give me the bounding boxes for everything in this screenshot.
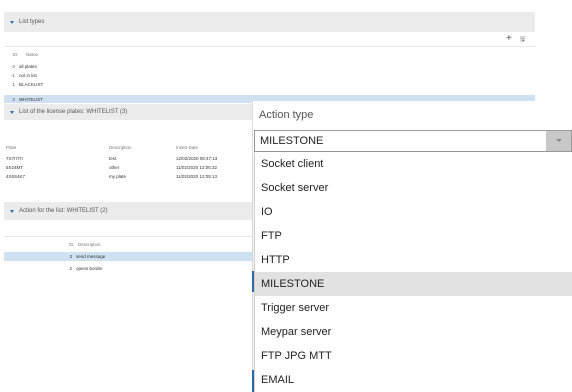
list-type-row[interactable]: 1 BLACKLIST <box>4 80 535 88</box>
caret-down-icon <box>10 20 14 24</box>
action-row[interactable]: 2 opens border <box>4 264 252 273</box>
row-id: 3 <box>69 254 72 259</box>
column-header-id: ID <box>13 52 18 57</box>
action-type-label: Action type <box>259 109 314 121</box>
row-name: not in list <box>19 72 37 78</box>
option-ftp[interactable]: FTP <box>255 224 572 248</box>
row-id: 1 <box>12 81 15 87</box>
list-types-title: List types <box>19 19 45 25</box>
plate-description: my plate <box>109 174 127 179</box>
option-socket-client[interactable]: Socket client <box>255 152 572 176</box>
column-header-plate: Plate <box>6 145 17 150</box>
row-description: opens border <box>76 266 103 271</box>
row-id: 2 <box>12 96 15 102</box>
action-type-select[interactable]: MILESTONE <box>254 130 572 152</box>
caret-down-icon <box>10 209 14 213</box>
plate-description: test <box>109 156 117 161</box>
column-header-description: Description <box>78 242 101 247</box>
chevron-down-icon[interactable] <box>546 131 571 151</box>
divider <box>4 46 535 47</box>
actions-list-title: Action for the list: WHITELIST (2) <box>19 208 108 214</box>
row-name: BLACKLIST <box>19 81 44 87</box>
option-http[interactable]: HTTP <box>255 248 572 272</box>
plate-value: 4X5S4K7 <box>6 174 26 179</box>
plate-row[interactable]: 7S7I7I7I test 12/02/2020 08:47:13 <box>4 155 254 163</box>
divider <box>4 236 252 237</box>
option-io[interactable]: IO <box>255 200 572 224</box>
plate-row[interactable]: 4X5S4K7 my plate 11/02/2020 12:05:13 <box>4 173 254 181</box>
plate-value: 5X24MT <box>6 165 24 170</box>
plate-date: 12/02/2020 08:47:13 <box>176 156 218 161</box>
action-row[interactable]: 3 send message <box>4 252 252 261</box>
option-meypar-server[interactable]: Meypar server <box>255 320 572 344</box>
plate-row[interactable]: 5X24MT other 11/02/2020 12:05:32 <box>4 164 254 172</box>
list-type-row[interactable]: -1 not in list <box>4 71 535 79</box>
row-description: send message <box>76 254 106 259</box>
plates-list-title: List of the license plates: WHITELIST (3… <box>19 109 128 115</box>
option-milestone[interactable]: MILESTONE <box>255 272 572 296</box>
column-header-description: Description <box>109 145 132 150</box>
row-id: -1 <box>10 72 15 78</box>
list-types-header[interactable]: List types <box>4 12 535 32</box>
save-icon[interactable]: 🖫 <box>520 35 525 45</box>
actions-list-header[interactable]: Action for the list: WHITELIST (2) <box>4 202 252 220</box>
plate-date: 11/02/2020 12:05:13 <box>176 174 217 179</box>
action-type-options: Socket client Socket server IO FTP HTTP … <box>254 152 572 392</box>
column-header-insert-date: Insert Date <box>176 145 199 150</box>
option-socket-server[interactable]: Socket server <box>255 176 572 200</box>
plates-list-header[interactable]: List of the license plates: WHITELIST (3… <box>4 104 252 120</box>
add-icon[interactable]: + <box>506 34 512 44</box>
option-trigger-server[interactable]: Trigger server <box>255 296 572 320</box>
plate-value: 7S7I7I7I <box>6 156 23 161</box>
column-header-name: Name <box>26 52 39 57</box>
list-type-row[interactable]: -2 all plates <box>4 62 535 70</box>
plate-date: 11/02/2020 12:05:32 <box>176 165 217 170</box>
action-type-selected-value: MILESTONE <box>260 135 324 147</box>
option-ftp-jpg-mtt[interactable]: FTP JPG MTT <box>255 344 572 368</box>
row-name: all plates <box>19 63 37 69</box>
option-email[interactable]: EMAIL <box>255 368 572 392</box>
row-id: -2 <box>10 63 15 69</box>
row-id: 2 <box>69 266 72 271</box>
column-header-id: ID <box>69 242 74 247</box>
caret-down-icon <box>10 110 14 114</box>
plate-description: other <box>109 165 120 170</box>
